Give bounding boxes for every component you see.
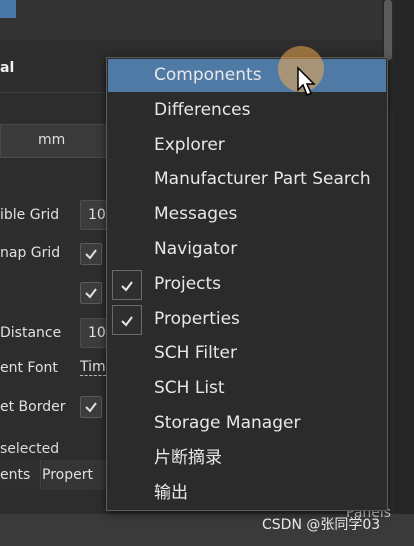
menu-item-5[interactable]: Navigator (108, 233, 386, 266)
selection-status: selected (0, 441, 60, 457)
check-icon (85, 402, 97, 413)
menu-check-box (112, 269, 142, 300)
check-icon (121, 315, 133, 327)
menu-item-label: SCH List (154, 378, 225, 399)
menu-item-12[interactable]: 输出 (108, 477, 386, 510)
watermark: CSDN @张同学03 (262, 517, 381, 533)
menu-item-label: Messages (154, 204, 238, 225)
option-checkbox[interactable] (80, 282, 102, 304)
menu-item-label: Manufacturer Part Search (154, 169, 371, 190)
menu-item-label: Differences (154, 99, 251, 120)
distance-value: 10 (88, 325, 106, 341)
font-label: ent Font (0, 360, 58, 376)
menu-check-box (112, 304, 142, 335)
panels-menu: Components Differences Explorer Manufacture… (106, 57, 388, 511)
top-button[interactable] (0, 0, 16, 18)
distance-label: Distance (0, 325, 62, 341)
menu-item-2[interactable]: Explorer (108, 129, 386, 162)
menu-item-label: Explorer (154, 134, 225, 155)
mouse-cursor-icon (297, 66, 316, 97)
check-icon (121, 281, 133, 292)
panel-top-strip (0, 0, 382, 40)
menu-item-1[interactable]: Differences (108, 94, 386, 127)
menu-item-label: Components (154, 65, 262, 85)
units-label: mm (38, 132, 66, 148)
menu-item-6[interactable]: Projects (108, 268, 386, 301)
check-icon (85, 249, 97, 260)
visible-grid-label: ible Grid (0, 207, 60, 223)
menu-item-label: Navigator (154, 239, 238, 259)
visible-grid-value: 10 (88, 207, 106, 223)
tab-properties[interactable]: Propert (42, 460, 110, 490)
section-title: al (0, 60, 15, 76)
menu-item-label: 输出 (154, 482, 188, 503)
snap-grid-label: nap Grid (0, 245, 61, 261)
menu-item-label: SCH Filter (154, 343, 237, 364)
divider (0, 92, 110, 93)
menu-item-7[interactable]: Properties (108, 303, 386, 336)
menu-item-0[interactable]: Components (108, 59, 386, 92)
font-link[interactable]: Tim (80, 359, 106, 376)
tab-components[interactable]: ents (0, 460, 41, 490)
sheet-border-checkbox[interactable] (80, 396, 102, 418)
snap-grid-checkbox[interactable] (80, 243, 102, 265)
menu-item-label: Projects (154, 273, 222, 294)
menu-item-3[interactable]: Manufacturer Part Search (108, 163, 386, 196)
menu-item-label: 片断摘录 (154, 447, 222, 468)
menu-item-label: Storage Manager (154, 413, 301, 433)
menu-item-11[interactable]: 片断摘录 (108, 442, 386, 475)
menu-item-4[interactable]: Messages (108, 198, 386, 231)
menu-item-10[interactable]: Storage Manager (108, 407, 386, 440)
sheet-border-label: et Border (0, 399, 66, 415)
menu-item-8[interactable]: SCH Filter (108, 337, 386, 370)
scrollbar-thumb[interactable] (384, 0, 392, 60)
menu-item-9[interactable]: SCH List (108, 372, 386, 405)
menu-item-label: Properties (154, 308, 240, 329)
right-edge-strip (394, 0, 414, 546)
check-icon (85, 288, 97, 299)
